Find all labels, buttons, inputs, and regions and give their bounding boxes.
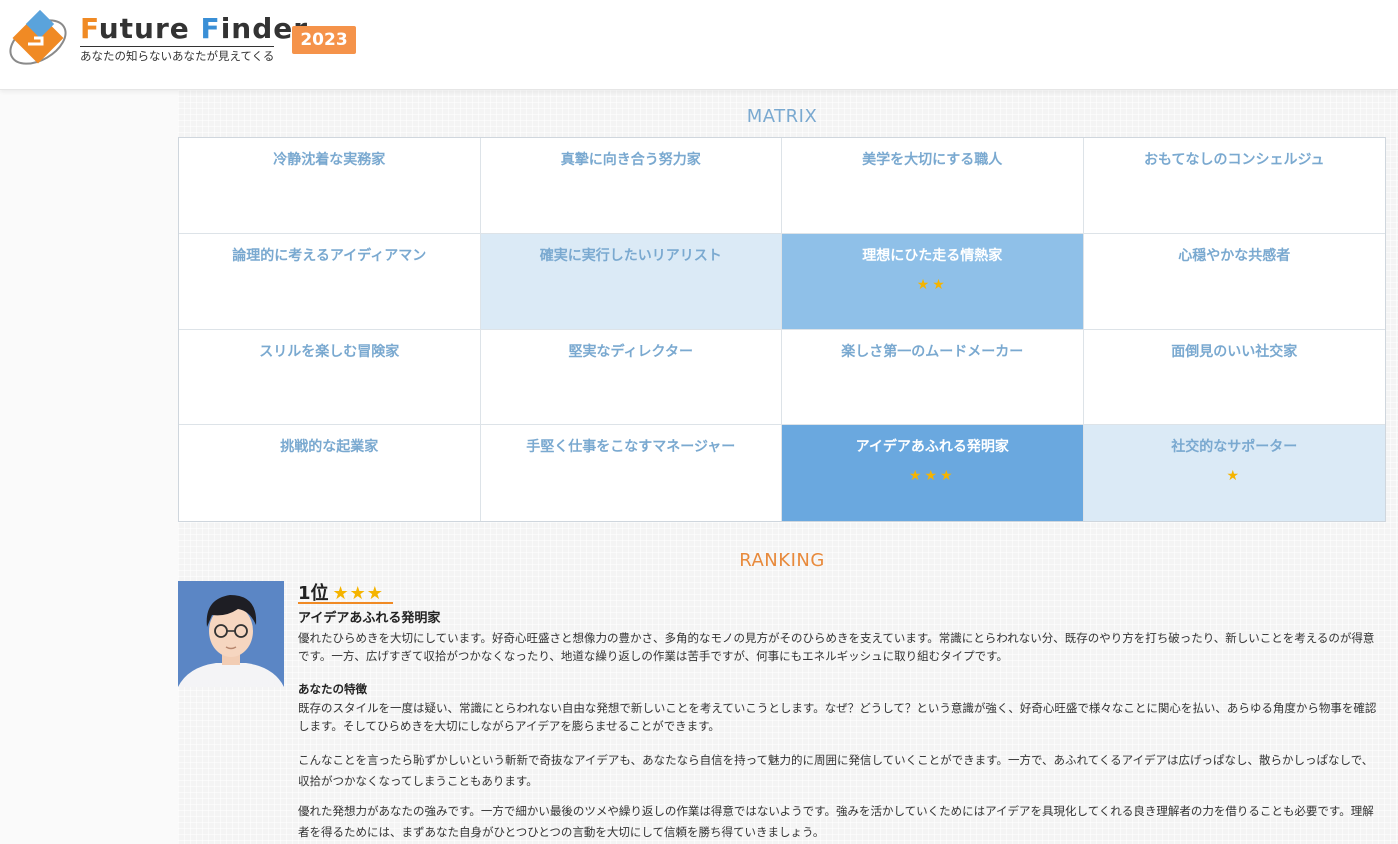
avatar [178, 581, 284, 687]
matrix-cell[interactable]: スリルを楽しむ冒険家 [179, 329, 481, 426]
feature-paragraph: こんなことを言ったら恥ずかしいという斬新で奇抜なアイデアも、あなたなら自信を持っ… [298, 753, 1374, 788]
matrix-cell[interactable]: 美学を大切にする職人 [782, 138, 1084, 234]
matrix-cell[interactable]: アイデアあふれる発明家 ★★★ [782, 425, 1084, 521]
matrix-cell[interactable]: 論理的に考えるアイディアマン [179, 233, 481, 330]
matrix-cell[interactable]: 真摯に向き合う努力家 [480, 138, 782, 234]
rank-underline [298, 602, 393, 604]
rank-stars: ★★★ [332, 583, 384, 604]
matrix-cell[interactable]: 確実に実行したいリアリスト [480, 233, 782, 330]
site-header: Future Finder あなたの知らないあなたが見えてくる 2023 [0, 0, 1398, 90]
matrix-cell[interactable]: 堅実なディレクター [480, 329, 782, 426]
matrix-title: MATRIX [746, 106, 818, 127]
matrix-cell[interactable]: 理想にひた走る情熱家 ★★ [782, 233, 1084, 330]
matrix-cell[interactable]: 冷静沈着な実務家 [179, 138, 481, 234]
ranking-title: RANKING [739, 550, 825, 571]
inventor-avatar-icon [178, 581, 284, 687]
left-margin [0, 90, 178, 844]
future-finder-logo-icon[interactable] [6, 8, 70, 72]
matrix-cell[interactable]: 楽しさ第一のムードメーカー [782, 329, 1084, 426]
logo-tagline: あなたの知らないあなたが見えてくる [80, 46, 275, 64]
logo-title[interactable]: Future Finder [80, 12, 308, 45]
type-description: 優れたひらめきを大切にしています。好奇心旺盛さと想像力の豊かさ、多角的なモノの見… [298, 631, 1375, 663]
type-matrix: 冷静沈着な実務家 真摯に向き合う努力家 美学を大切にする職人 おもてなしのコンシ… [178, 137, 1386, 522]
matrix-cell[interactable]: 挑戦的な起業家 [179, 425, 481, 521]
matrix-cell[interactable]: 心穏やかな共感者 [1083, 233, 1385, 330]
type-name: アイデアあふれる発明家 [298, 611, 441, 626]
matrix-cell[interactable]: 面倒見のいい社交家 [1083, 329, 1385, 426]
matrix-cell[interactable]: 手堅く仕事をこなすマネージャー [480, 425, 782, 521]
star-rating: ★★ [916, 276, 948, 293]
matrix-cell[interactable]: 社交的なサポーター ★ [1083, 425, 1385, 521]
star-rating: ★ [1226, 468, 1243, 485]
matrix-cell[interactable]: おもてなしのコンシェルジュ [1083, 138, 1385, 234]
feature-heading: あなたの特徴 [298, 682, 367, 696]
star-rating: ★★★ [908, 468, 956, 485]
rank-label: 1位 [298, 583, 329, 604]
year-badge: 2023 [292, 26, 356, 54]
feature-paragraph: 既存のスタイルを一度は疑い、常識にとらわれない自由な発想で新しいことを考えていこ… [298, 701, 1377, 733]
feature-paragraph: 優れた発想力があなたの強みです。一方で細かい最後のツメや繰り返しの作業は得意では… [298, 804, 1374, 839]
